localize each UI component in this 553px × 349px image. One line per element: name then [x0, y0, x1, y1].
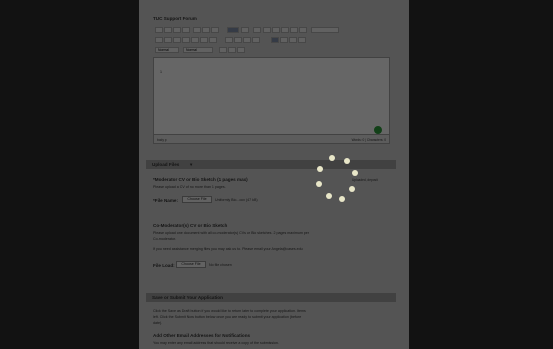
spinner-dot [349, 186, 355, 192]
spinner-dot [317, 166, 323, 172]
spinner-dot [352, 170, 358, 176]
screen: TUC Support Forum Norma [0, 0, 553, 349]
loading-overlay [0, 0, 553, 349]
spinner-dot [316, 181, 322, 187]
spinner-dot [329, 155, 335, 161]
spinner-dot [344, 158, 350, 164]
spinner-dot [326, 193, 332, 199]
spinner-dot [339, 196, 345, 202]
loading-spinner-icon [315, 155, 363, 205]
